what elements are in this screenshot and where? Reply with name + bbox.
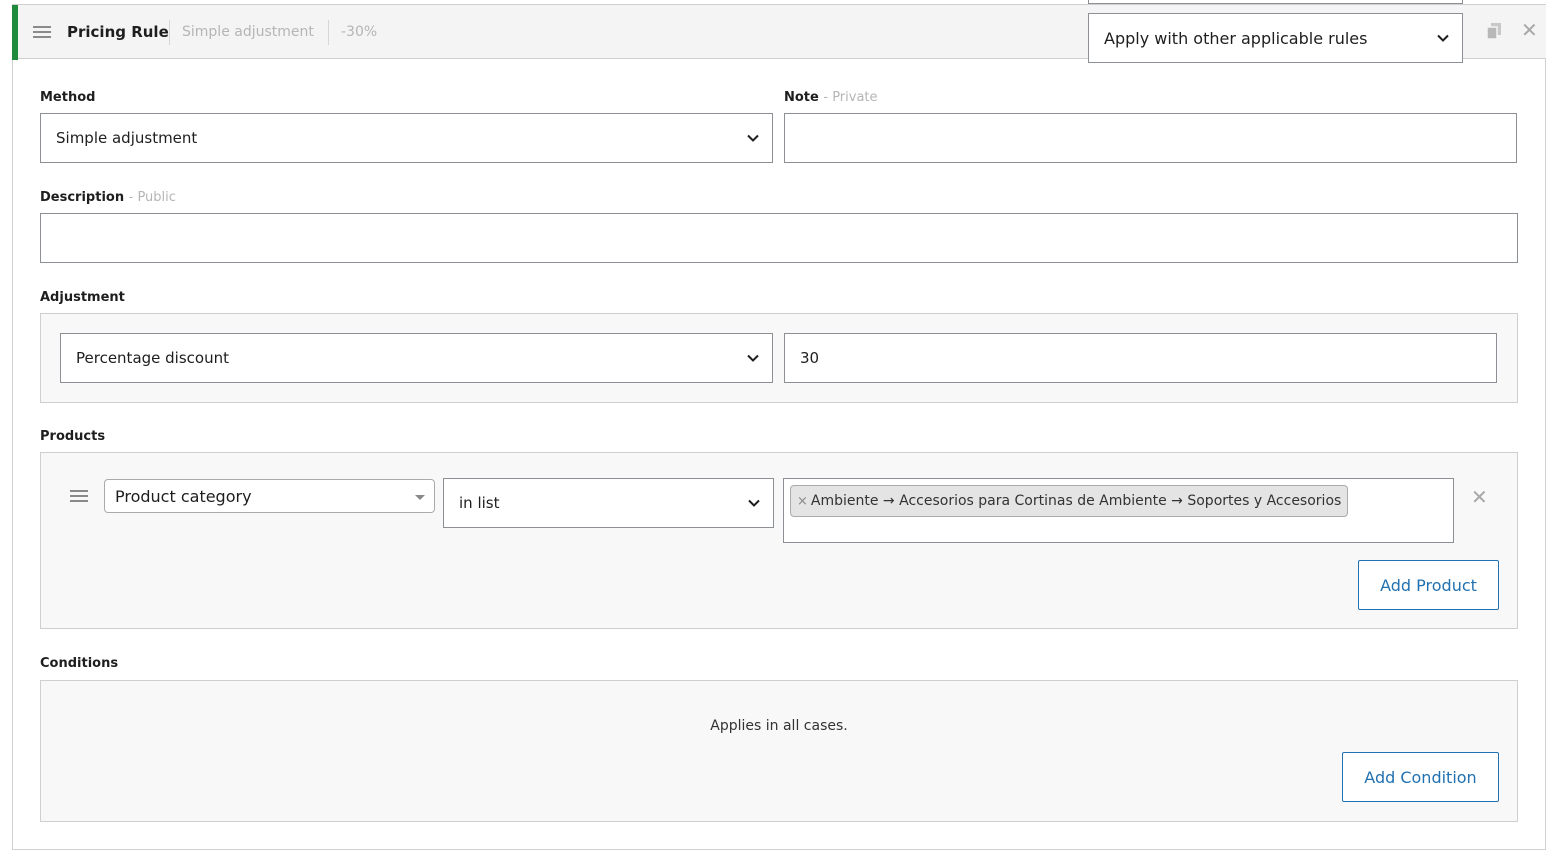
chevron-down-icon bbox=[1437, 34, 1449, 42]
tag-label: Ambiente → Accesorios para Cortinas de A… bbox=[810, 493, 1342, 509]
exclusivity-select-value: Apply with other applicable rules bbox=[1104, 28, 1368, 48]
dropdown-arrow-icon bbox=[415, 495, 425, 500]
remove-product-row-icon[interactable]: ✕ bbox=[1471, 485, 1488, 509]
adjustment-label: Adjustment bbox=[40, 290, 125, 305]
note-label: Note - Private bbox=[784, 90, 878, 105]
add-product-button[interactable]: Add Product bbox=[1358, 560, 1499, 610]
description-label: Description - Public bbox=[40, 190, 176, 205]
chevron-down-icon bbox=[748, 499, 760, 507]
method-select[interactable]: Simple adjustment bbox=[40, 113, 773, 163]
conditions-empty-text: Applies in all cases. bbox=[710, 718, 848, 734]
chevron-down-icon bbox=[747, 354, 759, 362]
rule-status-accent bbox=[12, 5, 18, 60]
duplicate-icon[interactable] bbox=[1487, 23, 1501, 39]
header-divider bbox=[328, 20, 329, 45]
note-input[interactable] bbox=[784, 113, 1517, 163]
description-input[interactable] bbox=[40, 213, 1518, 263]
adjustment-type-select[interactable]: Percentage discount bbox=[60, 333, 773, 383]
add-condition-button[interactable]: Add Condition bbox=[1342, 752, 1499, 802]
selected-category-tag: × Ambiente → Accesorios para Cortinas de… bbox=[790, 485, 1349, 517]
rule-value-summary: -30% bbox=[341, 24, 378, 40]
adjustment-value-input[interactable]: 30 bbox=[784, 333, 1497, 383]
product-condition-type-select[interactable]: Product category bbox=[104, 479, 435, 513]
dropdown-overlay-edge bbox=[1088, 0, 1463, 4]
adjustment-type-value: Percentage discount bbox=[76, 349, 229, 367]
conditions-group bbox=[40, 680, 1518, 822]
conditions-label: Conditions bbox=[40, 656, 119, 671]
rule-title: Pricing Rule bbox=[67, 23, 169, 41]
product-operator-select[interactable]: in list bbox=[443, 478, 774, 528]
drag-handle-icon[interactable] bbox=[33, 26, 51, 38]
product-condition-type-value: Product category bbox=[115, 486, 252, 506]
note-hint: - Private bbox=[823, 90, 878, 105]
chevron-down-icon bbox=[747, 134, 759, 142]
close-icon[interactable]: ✕ bbox=[1521, 20, 1538, 40]
remove-tag-icon[interactable]: × bbox=[797, 494, 808, 509]
method-label: Method bbox=[40, 90, 96, 105]
exclusivity-select[interactable]: Apply with other applicable rules bbox=[1088, 13, 1463, 63]
product-operator-value: in list bbox=[459, 494, 500, 512]
rule-method-summary: Simple adjustment bbox=[182, 24, 314, 40]
products-label: Products bbox=[40, 429, 106, 444]
description-hint: - Public bbox=[128, 190, 176, 205]
drag-handle-icon[interactable] bbox=[70, 490, 88, 502]
header-divider bbox=[169, 20, 170, 45]
method-select-value: Simple adjustment bbox=[56, 129, 198, 147]
